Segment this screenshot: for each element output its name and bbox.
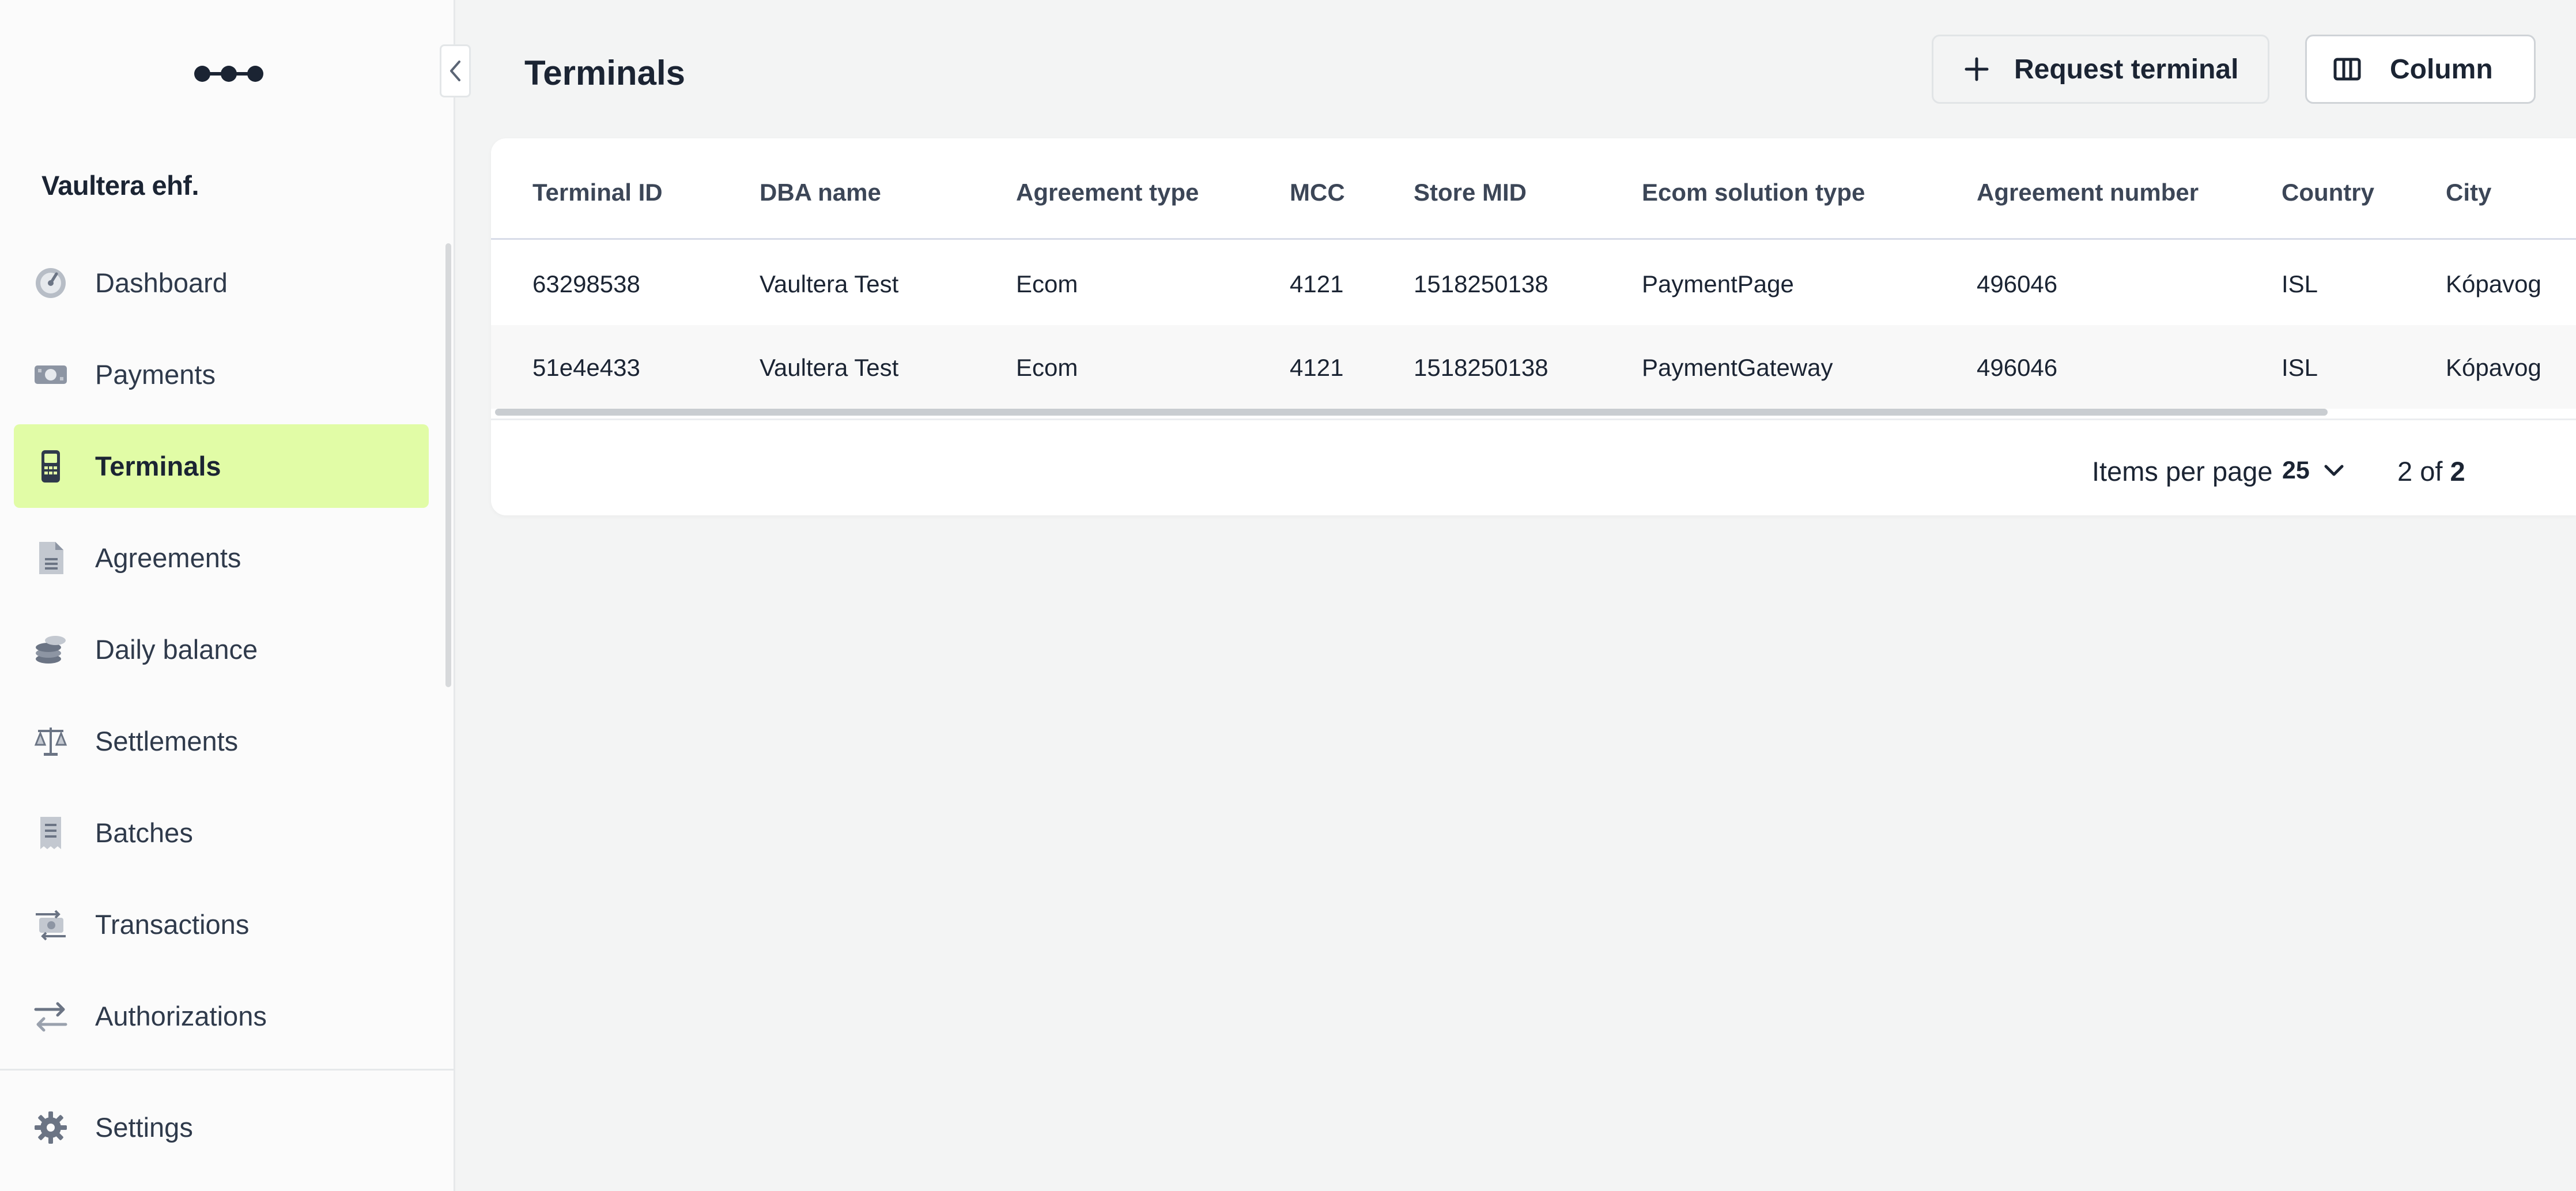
cell-ecom-solution-type: PaymentPage xyxy=(1642,270,1794,297)
cell-agreement-number: 496046 xyxy=(1977,270,2058,297)
table-footer-divider xyxy=(491,419,2576,420)
cell-store-mid: 1518250138 xyxy=(1414,354,1548,381)
cell-agreement-type: Ecom xyxy=(1016,270,1078,297)
terminal-icon xyxy=(33,449,68,484)
pagination-count: 2 of 2 xyxy=(2397,455,2465,487)
sidebar-item-transactions[interactable]: Transactions xyxy=(14,883,429,966)
pagination-count-prefix: 2 of xyxy=(2397,456,2450,487)
column-header-ecom-solution-type[interactable]: Ecom solution type xyxy=(1642,179,1865,206)
items-per-page-label: Items per page xyxy=(2092,456,2273,487)
column-button[interactable]: Column xyxy=(2305,35,2536,104)
items-per-page-value: 25 xyxy=(2282,456,2310,484)
sidebar-item-payments[interactable]: Payments xyxy=(14,333,429,416)
column-header-store-mid[interactable]: Store MID xyxy=(1414,179,1527,206)
arrows-swap-icon xyxy=(33,999,68,1034)
column-label: Column xyxy=(2390,54,2493,85)
sidebar-scrollbar[interactable] xyxy=(445,243,451,687)
table-row[interactable]: 51e4e433 Vaultera Test Ecom 4121 1518250… xyxy=(491,325,2576,409)
cell-terminal-id: 51e4e433 xyxy=(532,354,640,381)
sidebar-item-agreements[interactable]: Agreements xyxy=(14,516,429,600)
cell-store-mid: 1518250138 xyxy=(1414,270,1548,297)
sidebar-item-label: Transactions xyxy=(95,909,250,940)
column-header-mcc[interactable]: MCC xyxy=(1290,179,1345,206)
sidebar-item-settlements[interactable]: Settlements xyxy=(14,699,429,783)
sidebar-item-label: Payments xyxy=(95,359,216,390)
table-header: Terminal ID DBA name Agreement type MCC … xyxy=(491,138,2576,240)
column-header-city[interactable]: City xyxy=(2446,179,2491,206)
coins-icon xyxy=(33,632,68,667)
document-icon xyxy=(33,541,68,575)
table-row[interactable]: 63298538 Vaultera Test Ecom 4121 1518250… xyxy=(491,242,2576,325)
cell-dba-name: Vaultera Test xyxy=(760,354,899,381)
sidebar-item-label: Terminals xyxy=(95,451,221,481)
terminals-table-card: Terminal ID DBA name Agreement type MCC … xyxy=(491,138,2576,515)
cell-mcc: 4121 xyxy=(1290,354,1344,381)
column-header-country[interactable]: Country xyxy=(2282,179,2374,206)
sidebar-item-terminals[interactable]: Terminals xyxy=(14,424,429,508)
receipt-icon xyxy=(33,816,68,850)
sidebar-item-authorizations[interactable]: Authorizations xyxy=(14,974,429,1058)
sidebar-item-label: Authorizations xyxy=(95,1001,267,1031)
scale-icon xyxy=(33,724,68,759)
pagination-count-total: 2 xyxy=(2450,456,2465,487)
cell-agreement-type: Ecom xyxy=(1016,354,1078,381)
banknote-icon xyxy=(33,357,68,392)
cell-country: ISL xyxy=(2282,354,2318,381)
table-horizontal-scrollbar[interactable] xyxy=(495,409,2328,416)
gear-icon xyxy=(33,1110,68,1145)
sidebar-item-label: Daily balance xyxy=(95,634,258,665)
sidebar-item-dashboard[interactable]: Dashboard xyxy=(14,241,429,325)
sidebar-divider xyxy=(0,1069,455,1071)
sidebar-item-label: Settings xyxy=(95,1112,193,1143)
sidebar: Vaultera ehf. Dashboard Payments Termina… xyxy=(0,0,471,1191)
sidebar-item-daily-balance[interactable]: Daily balance xyxy=(14,608,429,691)
sidebar-item-label: Dashboard xyxy=(95,267,228,298)
cell-agreement-number: 496046 xyxy=(1977,354,2058,381)
page-title: Terminals xyxy=(524,54,685,92)
logo-icon[interactable] xyxy=(193,65,265,83)
cell-country: ISL xyxy=(2282,270,2318,297)
transfer-money-icon xyxy=(33,907,68,942)
sidebar-item-label: Batches xyxy=(95,817,193,848)
chevron-down-icon xyxy=(2324,465,2344,476)
cell-mcc: 4121 xyxy=(1290,270,1344,297)
collapse-sidebar-button[interactable] xyxy=(440,44,471,97)
sidebar-item-label: Agreements xyxy=(95,542,241,573)
items-per-page-select[interactable]: 25 xyxy=(2282,450,2357,491)
sidebar-item-settings[interactable]: Settings xyxy=(14,1086,429,1169)
column-header-dba-name[interactable]: DBA name xyxy=(760,179,881,206)
sidebar-item-batches[interactable]: Batches xyxy=(14,791,429,875)
plus-icon xyxy=(1959,52,1994,86)
cell-city: Kópavog xyxy=(2446,270,2541,297)
cell-dba-name: Vaultera Test xyxy=(760,270,899,297)
request-terminal-button[interactable]: Request terminal xyxy=(1932,35,2269,104)
cell-city: Kópavog xyxy=(2446,354,2541,381)
sidebar-item-label: Settlements xyxy=(95,726,239,756)
column-header-agreement-number[interactable]: Agreement number xyxy=(1977,179,2199,206)
cell-terminal-id: 63298538 xyxy=(532,270,640,297)
column-header-agreement-type[interactable]: Agreement type xyxy=(1016,179,1199,206)
column-header-terminal-id[interactable]: Terminal ID xyxy=(532,179,663,206)
cell-ecom-solution-type: PaymentGateway xyxy=(1642,354,1833,381)
columns-icon xyxy=(2330,52,2365,86)
chevron-left-icon xyxy=(450,61,460,81)
dashboard-icon xyxy=(33,266,68,300)
request-terminal-label: Request terminal xyxy=(2014,54,2239,85)
company-name: Vaultera ehf. xyxy=(41,170,199,201)
